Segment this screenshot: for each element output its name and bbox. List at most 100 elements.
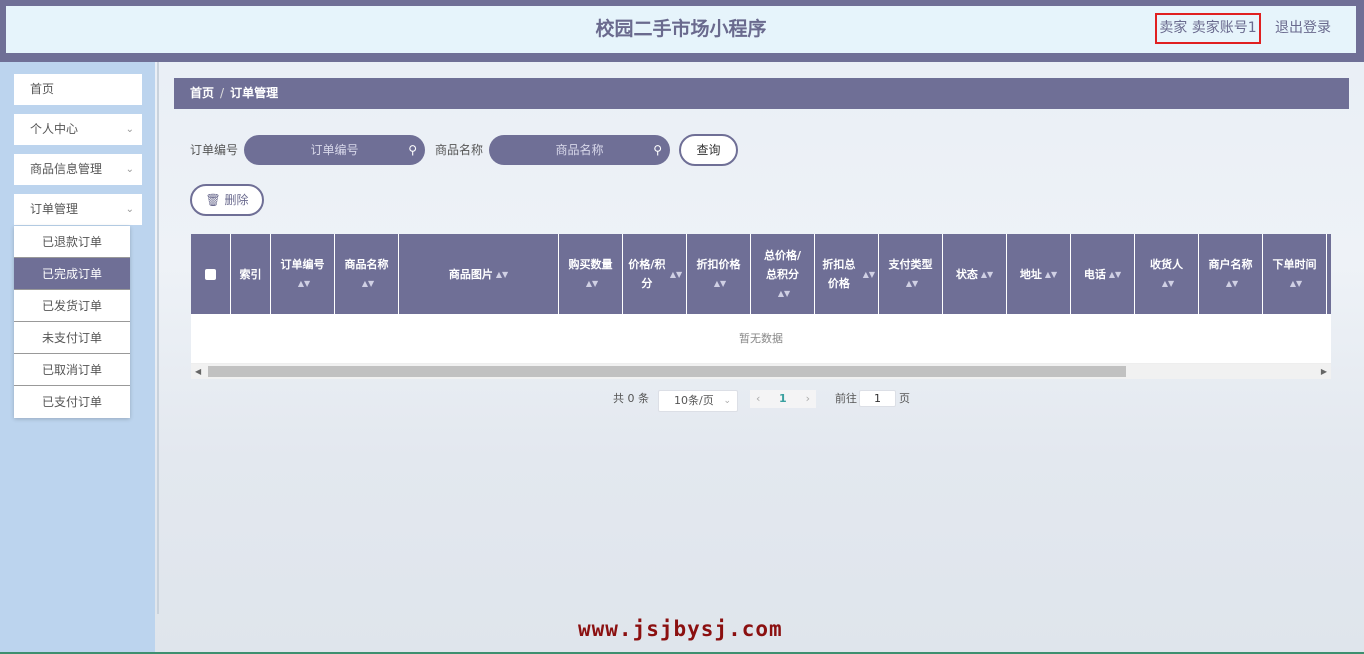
breadcrumb: 首页 / 订单管理 — [174, 78, 1349, 109]
product-name-label: 商品名称 — [435, 143, 484, 157]
goto-unit: 页 — [899, 392, 910, 405]
select-all-checkbox[interactable] — [205, 268, 216, 280]
product-name-placeholder: 商品名称 — [555, 143, 604, 157]
order-no-label: 订单编号 — [190, 143, 239, 157]
col-quantity[interactable]: 购买数量 ▲▼ — [559, 234, 623, 314]
col-payment-type[interactable]: 支付类型 ▲▼ — [879, 234, 943, 314]
sort-icon[interactable]: ▲▼ — [981, 265, 993, 284]
chevron-down-icon: ⌄ — [723, 396, 731, 406]
col-address[interactable]: 地址 ▲▼ — [1007, 234, 1071, 314]
header-bar: 校园二手市场小程序 卖家 卖家账号1 退出登录 — [0, 0, 1364, 62]
col-label: 状态 — [955, 267, 978, 281]
sidebar-item-profile[interactable]: 个人中心 ⌄ — [14, 114, 142, 145]
empty-state: 暂无数据 — [191, 314, 1331, 364]
col-label: 折扣价格 — [696, 258, 741, 271]
chevron-down-icon: ⌄ — [125, 164, 134, 175]
sort-icon[interactable]: ▲▼ — [863, 265, 875, 284]
sidebar-divider — [157, 62, 159, 614]
submenu-item-paid[interactable]: 已支付订单 — [14, 386, 130, 418]
sort-icon[interactable]: ▲▼ — [496, 265, 508, 284]
sort-icon[interactable]: ▲▼ — [1045, 265, 1057, 284]
col-product-image[interactable]: 商品图片 ▲▼ — [399, 234, 559, 314]
sort-icon[interactable]: ▲▼ — [670, 265, 682, 284]
pagination-nav: ‹ 1 › — [750, 390, 816, 408]
search-icon: ⚲ — [653, 143, 662, 157]
col-order-time[interactable]: 下单时间 ▲▼ — [1263, 234, 1327, 314]
app-title: 校园二手市场小程序 — [595, 18, 767, 40]
col-discount-total[interactable]: 折扣总价格 ▲▼ — [815, 234, 879, 314]
col-status[interactable]: 状态 ▲▼ — [943, 234, 1007, 314]
horizontal-scrollbar[interactable]: ◀ ▶ — [191, 364, 1331, 379]
col-label: 购买数量 — [568, 258, 613, 271]
col-product-name[interactable]: 商品名称 ▲▼ — [335, 234, 399, 314]
col-merchant[interactable]: 商户名称 ▲▼ — [1199, 234, 1263, 314]
breadcrumb-home[interactable]: 首页 — [190, 86, 214, 100]
submenu-item-unpaid[interactable]: 未支付订单 — [14, 322, 130, 354]
next-page-icon[interactable]: › — [806, 390, 810, 408]
col-discount-price[interactable]: 折扣价格 ▲▼ — [687, 234, 751, 314]
col-label: 支付类型 — [888, 258, 933, 271]
scroll-left-icon[interactable]: ◀ — [195, 364, 201, 379]
sort-icon[interactable]: ▲▼ — [586, 274, 598, 293]
col-label: 总价格/总积分 — [763, 248, 802, 281]
order-no-input[interactable]: 订单编号 ⚲ — [244, 135, 425, 165]
sort-icon[interactable]: ▲▼ — [714, 274, 726, 293]
col-label: 商品图片 — [448, 267, 493, 281]
watermark: www.jsjbysj.com — [578, 617, 783, 641]
pagination-total: 共 0 条 — [613, 392, 649, 405]
col-order-no[interactable]: 订单编号 ▲▼ — [271, 234, 335, 314]
col-label: 订单编号 — [280, 258, 325, 271]
orders-submenu: 已退款订单 已完成订单 已发货订单 未支付订单 已取消订单 已支付订单 — [14, 226, 130, 418]
breadcrumb-separator: / — [220, 86, 225, 100]
col-label: 商户名称 — [1208, 258, 1253, 271]
sidebar-item-home[interactable]: 首页 — [14, 74, 142, 105]
order-no-placeholder: 订单编号 — [310, 143, 359, 157]
select-all-cell — [191, 234, 231, 314]
trash-icon: 🗑 — [205, 193, 221, 207]
sort-icon[interactable]: ▲▼ — [362, 274, 374, 293]
sort-icon[interactable]: ▲▼ — [1290, 274, 1302, 293]
goto-label: 前往 — [835, 392, 857, 405]
sidebar-item-label: 订单管理 — [30, 202, 79, 216]
col-label: 商品名称 — [344, 258, 389, 271]
sort-icon[interactable]: ▲▼ — [906, 274, 918, 293]
submenu-item-refunded[interactable]: 已退款订单 — [14, 226, 130, 258]
submenu-item-cancelled[interactable]: 已取消订单 — [14, 354, 130, 386]
col-receiver[interactable]: 收货人 ▲▼ — [1135, 234, 1199, 314]
current-page[interactable]: 1 — [779, 390, 787, 408]
sidebar-item-label: 商品信息管理 — [30, 162, 103, 176]
col-total-price[interactable]: 总价格/总积分 ▲▼ — [751, 234, 815, 314]
sort-icon[interactable]: ▲▼ — [1162, 274, 1174, 293]
col-label: 下单时间 — [1272, 258, 1317, 271]
col-label: 索引 — [239, 267, 262, 281]
sidebar-item-orders[interactable]: 订单管理 ⌄ — [14, 194, 142, 225]
logout-link[interactable]: 退出登录 — [1275, 13, 1331, 44]
col-index: 索引 — [231, 234, 271, 314]
col-price[interactable]: 价格/积分 ▲▼ — [623, 234, 687, 314]
prev-page-icon[interactable]: ‹ — [756, 390, 760, 408]
scrollbar-thumb[interactable] — [208, 366, 1126, 377]
sort-icon[interactable]: ▲▼ — [1226, 274, 1238, 293]
delete-label: 删除 — [224, 193, 249, 207]
orders-table: 索引 订单编号 ▲▼ 商品名称 ▲▼ 商品图片 ▲▼ 购买数量 ▲▼ 价格/积分 ▲▼ 折… — [191, 234, 1331, 379]
col-phone[interactable]: 电话 ▲▼ — [1071, 234, 1135, 314]
scroll-right-icon[interactable]: ▶ — [1321, 364, 1327, 379]
delete-button[interactable]: 🗑 删除 — [190, 184, 264, 216]
sort-icon[interactable]: ▲▼ — [778, 284, 790, 303]
page-size-select[interactable]: 10条/页 ⌄ — [658, 390, 738, 412]
sidebar-item-label: 个人中心 — [30, 122, 79, 136]
table-header: 索引 订单编号 ▲▼ 商品名称 ▲▼ 商品图片 ▲▼ 购买数量 ▲▼ 价格/积分 ▲▼ 折… — [191, 234, 1331, 314]
query-button[interactable]: 查询 — [679, 134, 738, 166]
search-icon: ⚲ — [408, 143, 417, 157]
col-label: 价格/积分 — [628, 258, 666, 290]
sidebar-item-products[interactable]: 商品信息管理 ⌄ — [14, 154, 142, 185]
goto-page-input[interactable]: 1 — [859, 390, 896, 407]
user-account[interactable]: 卖家 卖家账号1 — [1155, 13, 1261, 44]
col-label: 地址 — [1019, 267, 1042, 281]
submenu-item-shipped[interactable]: 已发货订单 — [14, 290, 130, 322]
product-name-input[interactable]: 商品名称 ⚲ — [489, 135, 670, 165]
sort-icon[interactable]: ▲▼ — [298, 274, 310, 293]
submenu-item-completed[interactable]: 已完成订单 — [14, 258, 130, 290]
col-label: 收货人 — [1150, 258, 1183, 271]
sort-icon[interactable]: ▲▼ — [1109, 265, 1121, 284]
